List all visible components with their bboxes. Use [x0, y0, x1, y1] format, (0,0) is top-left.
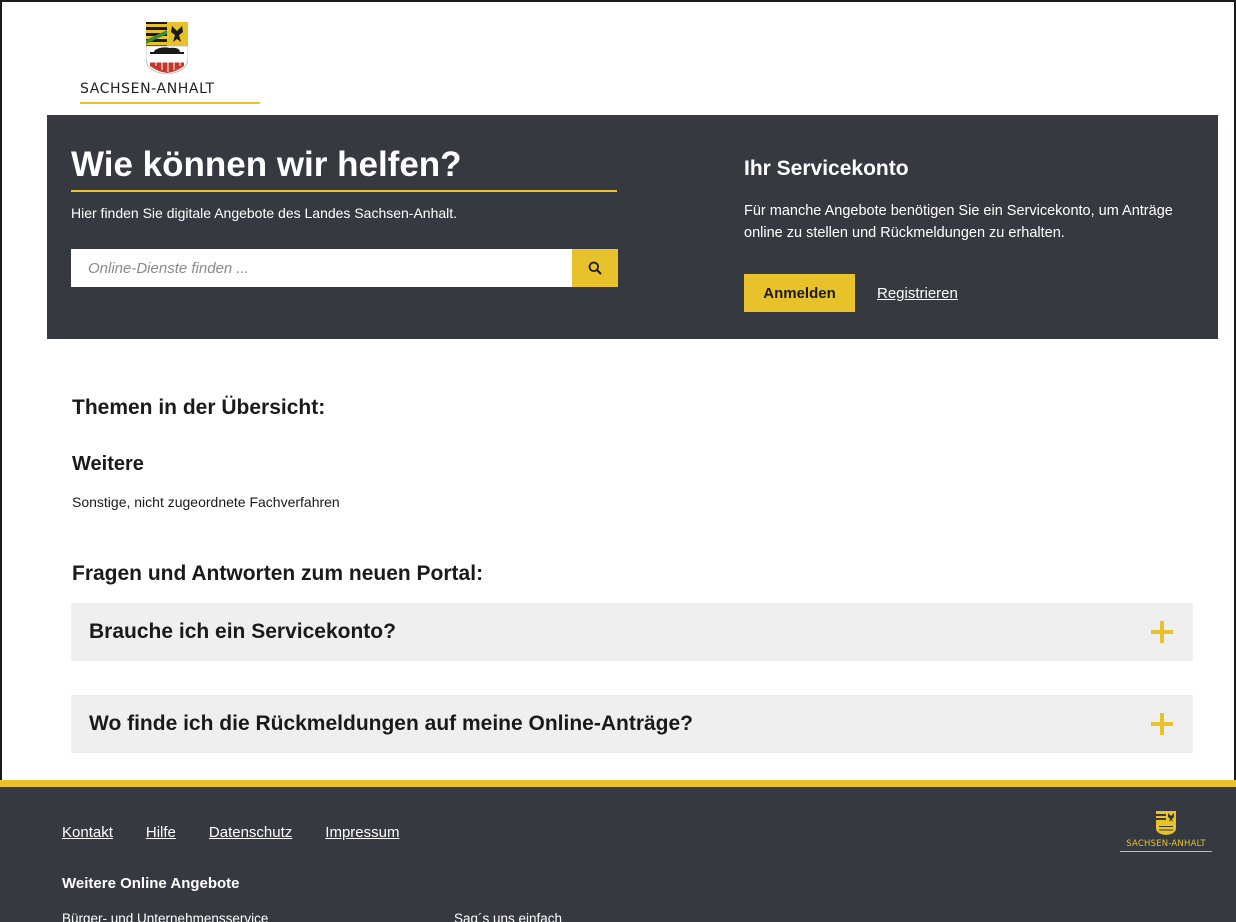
search-input[interactable]: [71, 249, 572, 287]
footer-more-heading: Weitere Online Angebote: [62, 875, 240, 892]
faq-item[interactable]: Brauche ich ein Servicekonto?: [71, 603, 1193, 661]
footer-logo-wordmark: SACHSEN-ANHALT: [1120, 839, 1212, 852]
footer-link-impressum[interactable]: Impressum: [325, 824, 399, 841]
footer-link-hilfe[interactable]: Hilfe: [146, 824, 176, 841]
hero-subtitle: Hier finden Sie digitale Angebote des La…: [71, 205, 458, 221]
coat-of-arms-icon: [1156, 811, 1176, 835]
footer-link-sags-uns-einfach[interactable]: Sag´s uns einfach: [454, 911, 562, 922]
faq-question: Brauche ich ein Servicekonto?: [89, 620, 396, 643]
servicekonto-title: Ihr Servicekonto: [744, 157, 909, 180]
faq-question: Wo finde ich die Rückmeldungen auf meine…: [89, 712, 694, 735]
login-button[interactable]: Anmelden: [744, 274, 855, 312]
topic-link-weitere[interactable]: Weitere: [72, 453, 144, 476]
hero-title: Wie können wir helfen?: [71, 145, 617, 192]
footer-link-kontakt[interactable]: Kontakt: [62, 824, 113, 841]
search-bar: [71, 249, 618, 287]
plus-icon[interactable]: [1151, 713, 1173, 735]
footer-link-buergerservice[interactable]: Bürger- und Unternehmensservice: [62, 911, 268, 922]
logo-wordmark: SACHSEN-ANHALT: [80, 81, 260, 104]
faq-item[interactable]: Wo finde ich die Rückmeldungen auf meine…: [71, 695, 1193, 753]
coat-of-arms-icon: [146, 22, 188, 74]
site-footer: Kontakt Hilfe Datenschutz Impressum Weit…: [0, 780, 1236, 922]
topics-heading: Themen in der Übersicht:: [72, 396, 326, 419]
faq-heading: Fragen und Antworten zum neuen Portal:: [72, 562, 484, 585]
search-icon: [588, 261, 602, 275]
plus-icon[interactable]: [1151, 621, 1173, 643]
search-button[interactable]: [572, 249, 618, 287]
topic-description: Sonstige, nicht zugeordnete Fachverfahre…: [72, 494, 340, 510]
footer-nav: Kontakt Hilfe Datenschutz Impressum: [62, 824, 399, 841]
hero-section: Wie können wir helfen? Hier finden Sie d…: [47, 115, 1218, 339]
servicekonto-text: Für manche Angebote benötigen Sie ein Se…: [744, 203, 1173, 241]
footer-link-datenschutz[interactable]: Datenschutz: [209, 824, 292, 841]
register-link[interactable]: Registrieren: [877, 285, 958, 302]
